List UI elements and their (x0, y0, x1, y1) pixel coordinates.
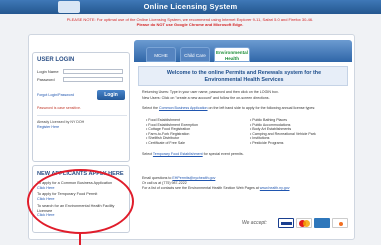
phone-text: Or call us at (775) 987-2222 (142, 181, 187, 185)
returning-users-text: Returning Users: Type in your user name,… (142, 90, 279, 94)
login-name-input[interactable] (63, 69, 123, 74)
register-link[interactable]: Register Here (37, 125, 59, 130)
list-item: • Certificate of Free Sale (146, 140, 186, 145)
highlight-arrow (79, 233, 81, 245)
temp-food-link[interactable]: Temporary Food Establishment (153, 152, 203, 156)
discover-card-icon (332, 218, 348, 228)
tab-child-care[interactable]: Child Care (180, 47, 210, 62)
visa-card-icon (278, 218, 294, 228)
apply-item-temp-food: To apply for Temporary Food Permit (37, 192, 98, 196)
browser-notice: PLEASE NOTE: For optimal use of the Onli… (30, 17, 350, 27)
common-business-link[interactable]: Common Business Application (159, 106, 208, 110)
user-login-panel: USER LOGIN Login Name Password Forgot Lo… (32, 52, 130, 162)
welcome-line-2: Environmental Health Services (204, 77, 284, 83)
email-link[interactable]: EHPermits@nychealth.gov (172, 176, 215, 180)
select-text-1: Select the (142, 106, 159, 110)
health-website-link[interactable]: www.health.ny.gov (260, 186, 290, 190)
amex-card-icon (314, 218, 330, 228)
apply-business-link[interactable]: Click Here (37, 186, 127, 191)
temp-food-text: Select Temporary Food Establishment for … (142, 152, 244, 156)
notice-line-2: Please do NOT use Google Chrome and Micr… (136, 22, 244, 27)
mastercard-icon (296, 218, 312, 228)
apply-item-business: To apply for a Common Business Applicati… (37, 181, 113, 185)
case-sensitive-note: Password is case sensitive. (37, 106, 81, 110)
welcome-banner: Welcome to the online Permits and Renewa… (138, 66, 348, 86)
license-list-left: • Food Establishment • Food Establishmen… (146, 118, 242, 146)
license-list-right: • Public Bathing Places • Public Accommo… (250, 118, 350, 146)
login-name-label: Login Name (37, 69, 59, 74)
select-text-2: on the left hand side to apply for the f… (207, 106, 316, 110)
login-button[interactable]: Login (97, 90, 125, 100)
list-item: • Pesticide Programs (250, 140, 284, 145)
we-accept-label: We accept: (242, 220, 267, 226)
welcome-line-1: Welcome to the online Permits and Renewa… (166, 70, 322, 76)
welcome-text: Welcome to the online Permits and Renewa… (139, 70, 349, 84)
contacts-text: For a list of contacts see the Environme… (142, 186, 290, 190)
tab-mche[interactable]: MCHE (146, 47, 176, 62)
top-banner: Online Licensing System (0, 0, 381, 14)
new-applicants-panel: NEW APPLICANTS APPLY HERE To apply for a… (32, 165, 130, 233)
main-content: MCHE Child Care Environmental Health Wel… (134, 40, 352, 236)
apply-title: NEW APPLICANTS APPLY HERE (37, 171, 124, 177)
page-title: Online Licensing System (143, 2, 238, 11)
password-input[interactable] (63, 77, 123, 82)
apply-item-search: To search for an Environmental Health Fa… (37, 204, 115, 213)
apply-search-link[interactable]: Click Here (37, 213, 127, 218)
divider (37, 115, 127, 116)
new-users-text: New Users: Click on "create a new accoun… (142, 96, 270, 100)
tab-environmental-health[interactable]: Environmental Health (214, 47, 250, 62)
password-label: Password (37, 77, 55, 82)
tab-bar: MCHE Child Care Environmental Health (134, 40, 352, 62)
email-text: Email questions to EHPermits@nychealth.g… (142, 176, 216, 180)
login-title: USER LOGIN (37, 57, 75, 63)
forgot-password-link[interactable]: Forgot Login/Password (37, 93, 74, 97)
already-licensed-text: Already Licensed by NY DOH (37, 120, 85, 124)
select-text: Select the Common Business Application o… (142, 106, 346, 111)
apply-temp-food-link[interactable]: Click Here (37, 197, 127, 202)
